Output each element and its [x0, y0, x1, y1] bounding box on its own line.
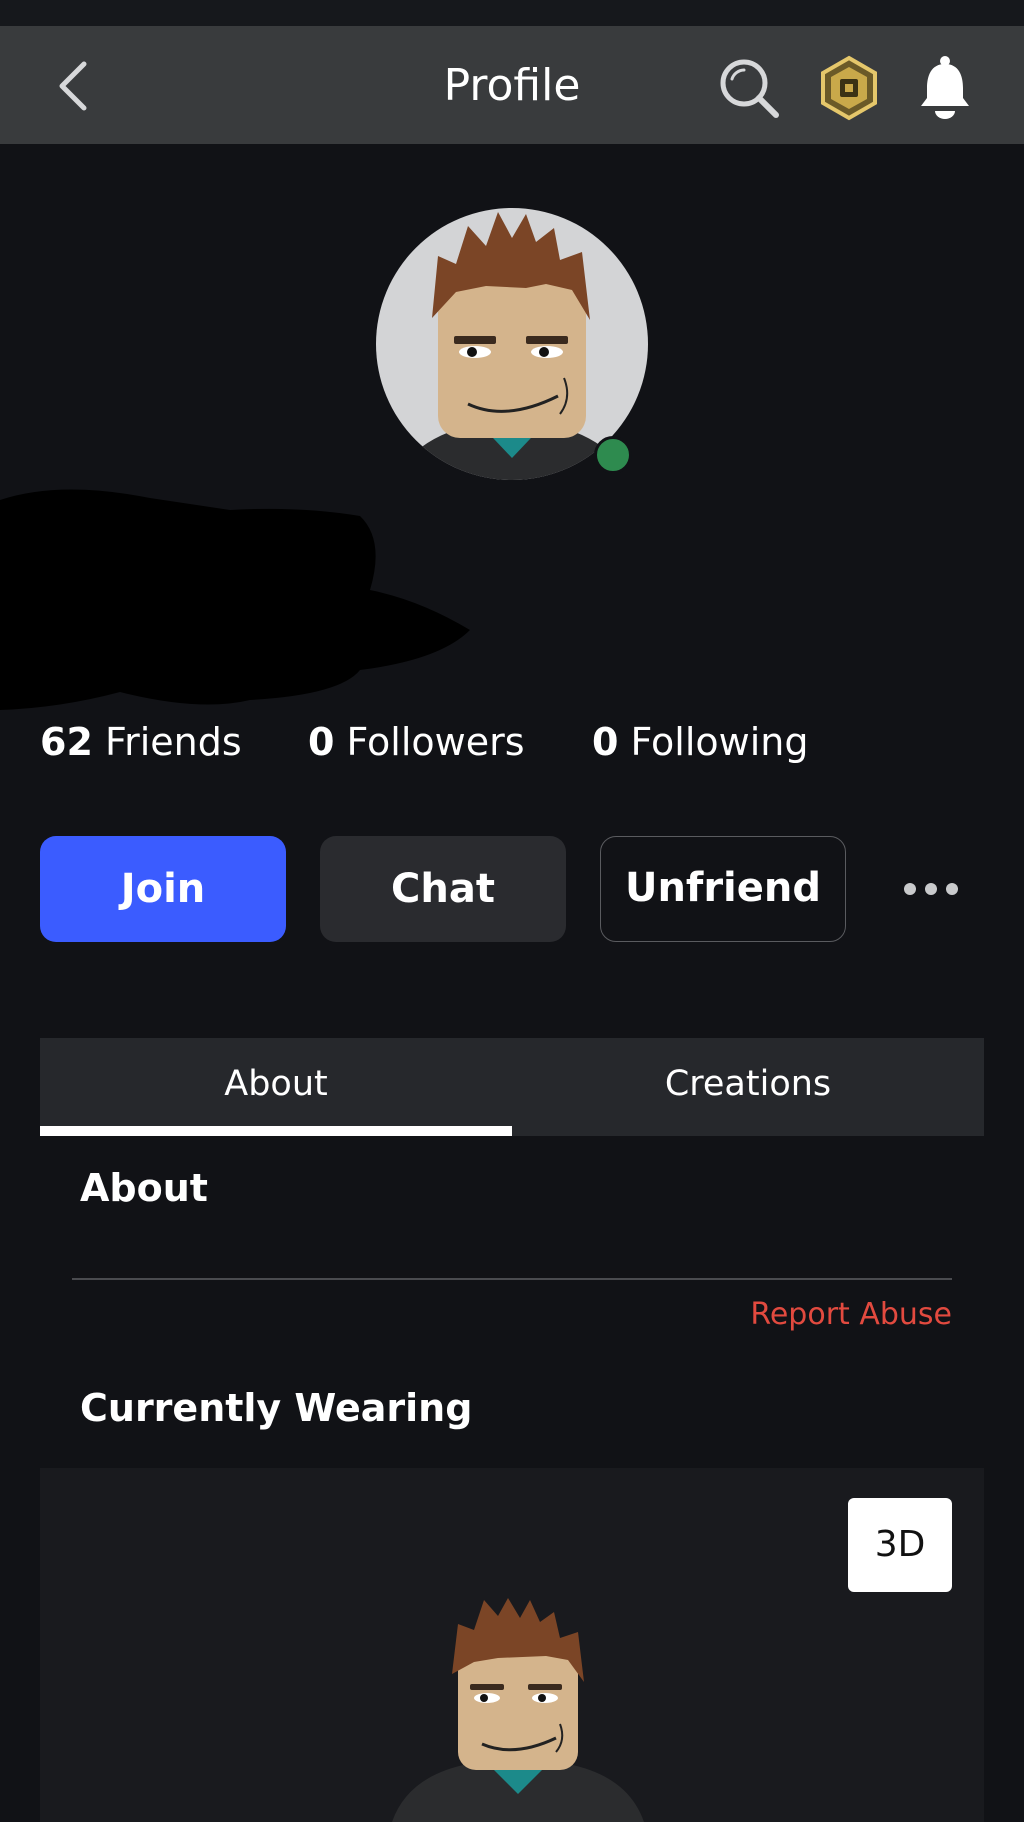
robux-button[interactable]	[816, 55, 882, 121]
back-button[interactable]	[50, 56, 100, 116]
back-arrow-icon	[59, 61, 87, 111]
about-heading: About	[80, 1166, 208, 1210]
chat-button[interactable]: Chat	[320, 836, 566, 942]
profile-tabs: About Creations	[40, 1038, 984, 1136]
notifications-button[interactable]	[915, 54, 975, 122]
friends-count: 62	[40, 720, 93, 764]
followers-label: Followers	[346, 720, 525, 764]
currently-wearing-heading: Currently Wearing	[80, 1386, 473, 1430]
following-count-link[interactable]: 0 Following	[592, 712, 809, 772]
selected-tab-indicator	[40, 1126, 512, 1136]
currently-wearing-panel: 3D	[40, 1468, 984, 1822]
tab-about[interactable]: About	[40, 1038, 512, 1136]
report-abuse-link[interactable]: Report Abuse	[750, 1294, 952, 1336]
join-button[interactable]: Join	[40, 836, 286, 942]
followers-count-link[interactable]: 0 Followers	[308, 712, 525, 772]
status-bar	[0, 0, 1024, 26]
tab-creations[interactable]: Creations	[512, 1038, 984, 1136]
more-dots-icon	[904, 883, 958, 895]
page-title: Profile	[443, 60, 581, 111]
search-button[interactable]	[716, 55, 782, 121]
bell-icon	[921, 56, 969, 119]
friends-label: Friends	[104, 720, 242, 764]
about-divider	[72, 1278, 952, 1280]
followers-count: 0	[308, 720, 335, 764]
search-icon	[720, 59, 779, 118]
more-options-button[interactable]	[900, 866, 962, 912]
view-3d-button[interactable]: 3D	[848, 1498, 952, 1592]
redacted-username-scribble	[0, 489, 470, 710]
top-app-bar: Profile	[0, 26, 1024, 144]
friends-count-link[interactable]: 62 Friends	[40, 712, 242, 772]
online-status-dot	[594, 436, 632, 474]
robux-icon	[821, 55, 877, 121]
social-stats: 62 Friends 0 Followers 0 Following	[0, 712, 1024, 772]
following-label: Following	[630, 720, 809, 764]
following-count: 0	[592, 720, 619, 764]
avatar-full-body-image	[392, 1598, 644, 1822]
unfriend-button[interactable]: Unfriend	[600, 836, 846, 942]
